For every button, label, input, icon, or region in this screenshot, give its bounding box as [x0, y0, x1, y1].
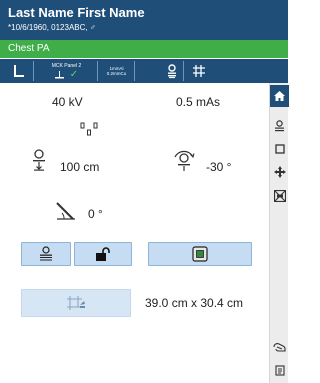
notes-icon — [274, 364, 285, 376]
sidebar-notes[interactable] — [270, 359, 289, 381]
filter-button[interactable]: 1mmAl 0.2mmCu — [99, 61, 135, 81]
tracking-icon — [40, 246, 52, 261]
detector-position-icon — [54, 70, 64, 78]
sid-icon — [33, 149, 45, 171]
filter-cu: 0.2mmCu — [106, 71, 127, 76]
tube-angle-value[interactable]: -30 ° — [206, 160, 231, 174]
patient-position-icon — [167, 63, 176, 78]
sidebar-grid[interactable] — [270, 185, 289, 207]
sidebar-hand[interactable] — [270, 336, 289, 358]
detector-icon — [192, 246, 208, 262]
check-icon: ✓ — [69, 69, 79, 80]
bucky-icon — [13, 65, 24, 77]
unlock-button[interactable] — [74, 242, 132, 266]
patient-details: *10/6/1960, 0123ABC, ♂ — [8, 23, 96, 32]
exam-bar[interactable]: Chest PA — [0, 40, 288, 58]
sidebar-move[interactable] — [270, 161, 289, 183]
sidebar-window[interactable] — [270, 138, 289, 160]
move-icon — [273, 166, 286, 178]
kv-value[interactable]: 40 kV — [52, 95, 83, 109]
patient-name: Last Name First Name — [8, 5, 145, 20]
toolbar: MCK Panel 2 ✓ 1mmAl 0.2mmCu — [0, 59, 288, 83]
detector-bucky-button[interactable] — [4, 61, 34, 81]
patient-position-button[interactable] — [160, 61, 184, 81]
sidebar-patient[interactable] — [270, 115, 289, 137]
patient-header: Last Name First Name *10/6/1960, 0123ABC… — [0, 0, 288, 40]
sid-value[interactable]: 100 cm — [60, 160, 99, 174]
detector-view-button[interactable] — [148, 242, 252, 266]
sidebar-home[interactable] — [270, 85, 289, 107]
home-icon — [274, 91, 285, 101]
right-sidebar — [269, 83, 289, 383]
tube-angle-icon — [174, 150, 195, 171]
tube-detector-tracking-button[interactable] — [21, 242, 71, 266]
exam-label: Chest PA — [8, 43, 50, 54]
grid-icon — [193, 65, 205, 77]
hand-icon — [273, 343, 286, 352]
field-size-value: 39.0 cm x 30.4 cm — [145, 296, 244, 310]
detector-panel-button[interactable]: MCK Panel 2 ✓ — [36, 61, 98, 81]
window-icon — [274, 144, 285, 154]
mas-value[interactable]: 0.5 mAs — [176, 95, 220, 109]
detector-angle-value[interactable]: 0 ° — [88, 207, 103, 221]
collimation-button[interactable] — [21, 289, 131, 317]
detector-angle-icon — [56, 202, 75, 220]
main-panel: 40 kV 0.5 mAs 100 cm -30 ° 0 ° 39.0 cm x… — [0, 83, 268, 383]
grid-icon — [273, 190, 286, 202]
grid-button[interactable] — [186, 61, 212, 81]
collimation-icon — [67, 296, 85, 310]
unlock-icon — [96, 246, 110, 261]
patient-icon — [275, 120, 284, 132]
aec-chamber-icon[interactable] — [80, 121, 98, 137]
